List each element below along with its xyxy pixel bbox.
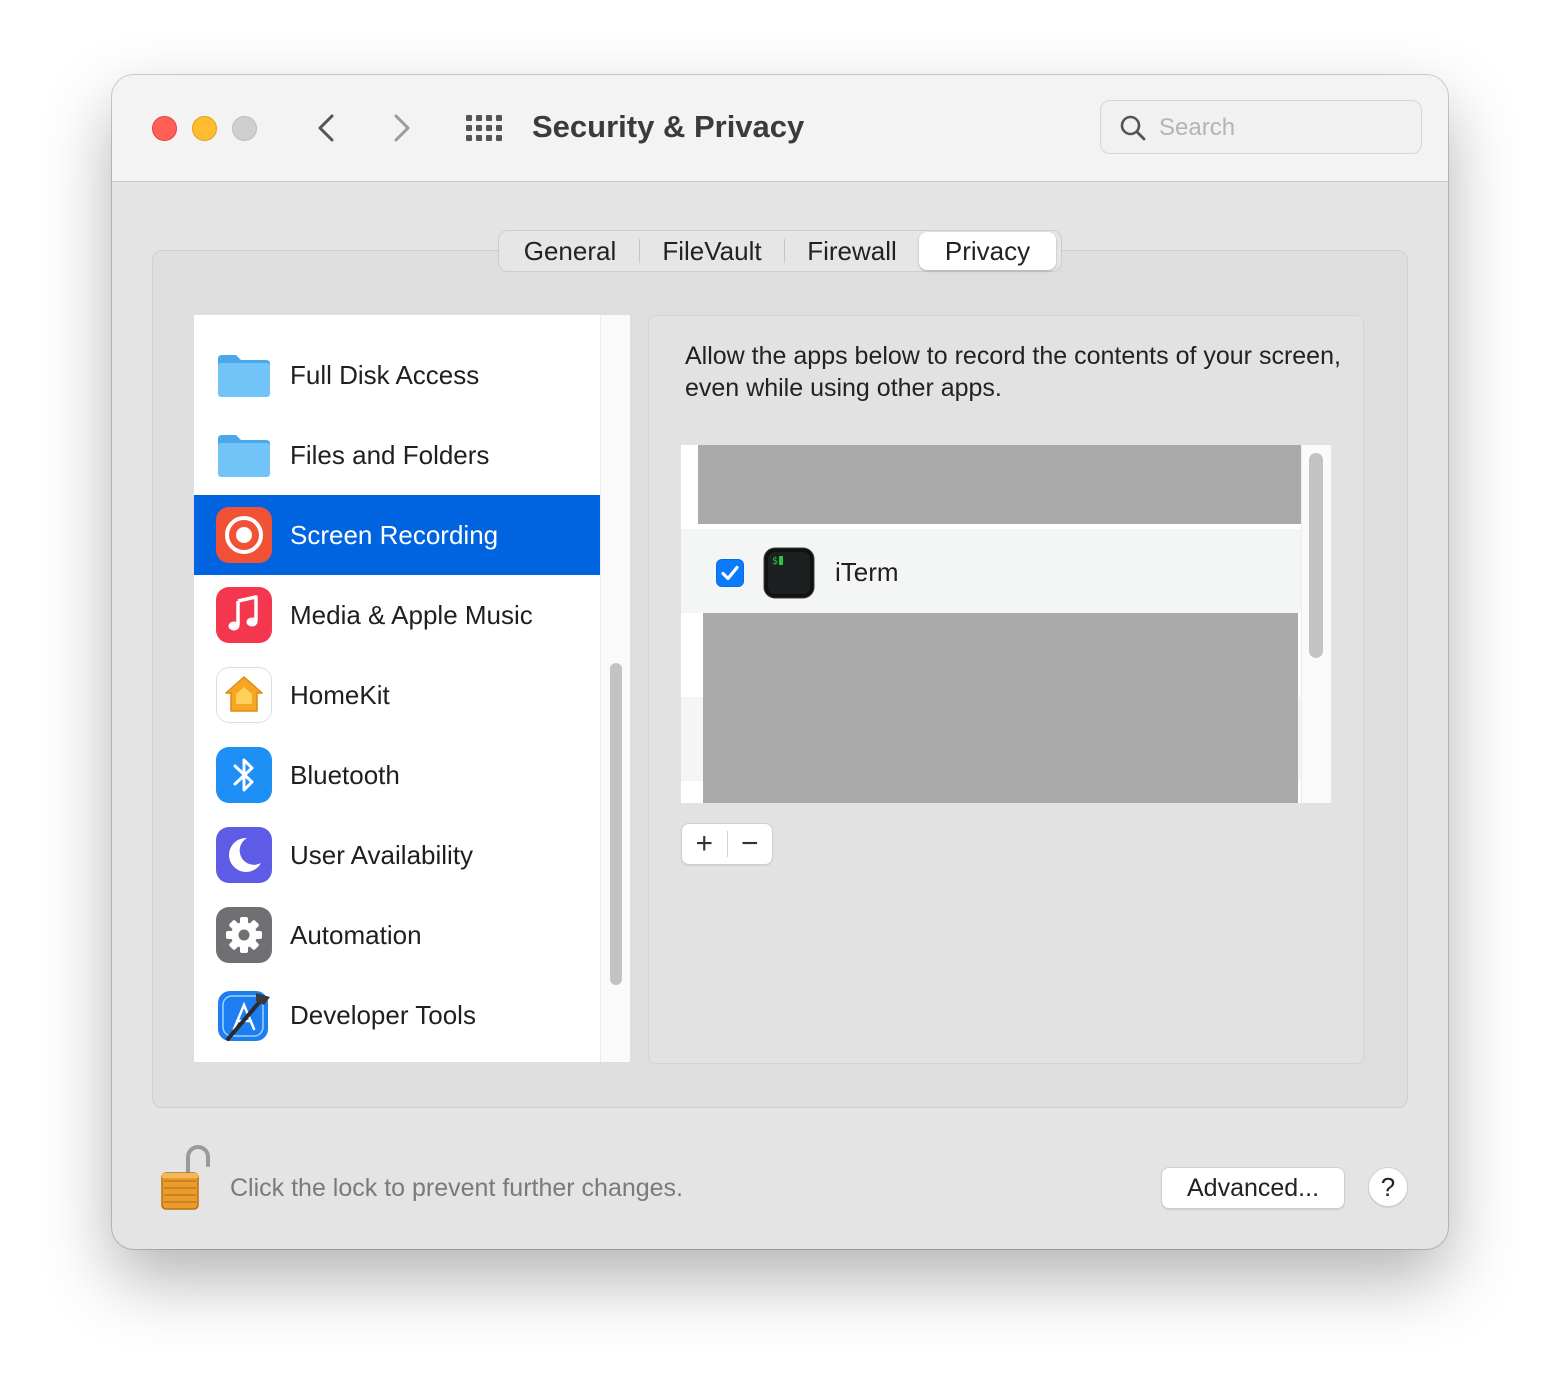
sidebar-item-label: Automation xyxy=(290,920,422,950)
window-title: Security & Privacy xyxy=(532,109,805,144)
show-all-button[interactable] xyxy=(464,111,504,145)
folder-icon xyxy=(218,435,270,477)
screen-recording-icon xyxy=(216,507,272,563)
grid-icon xyxy=(466,115,502,141)
forward-button[interactable] xyxy=(382,108,422,148)
sidebar-item-homekit[interactable]: HomeKit xyxy=(194,655,600,735)
chevron-right-icon xyxy=(394,114,410,142)
screen-recording-description: Allow the apps below to record the conte… xyxy=(685,342,1341,402)
tab-general[interactable]: General xyxy=(501,232,639,270)
checkmark-icon xyxy=(721,565,739,581)
app-list: $ iTerm xyxy=(681,445,1331,803)
unlocked-padlock-icon[interactable] xyxy=(158,1143,214,1213)
titlebar: Security & Privacy xyxy=(112,75,1448,182)
tab-filevault[interactable]: FileVault xyxy=(640,232,784,270)
add-app-button[interactable]: + xyxy=(682,824,727,864)
sidebar-item-label: Full Disk Access xyxy=(290,360,480,390)
sidebar-item-media-apple-music[interactable]: Media & Apple Music xyxy=(194,575,600,655)
search-field[interactable] xyxy=(1100,100,1422,154)
minimize-window-button[interactable] xyxy=(192,116,217,141)
terminal-icon: $ xyxy=(763,547,815,599)
sidebar-item-label: Files and Folders xyxy=(290,440,490,470)
back-button[interactable] xyxy=(308,108,348,148)
search-icon xyxy=(1120,115,1146,141)
folder-icon xyxy=(218,355,270,397)
sidebar-item-full-disk-access[interactable]: Full Disk Access xyxy=(194,335,600,415)
homekit-icon xyxy=(216,667,272,723)
tab-bar: General FileVault Firewall Privacy xyxy=(498,230,1062,272)
chevron-left-icon xyxy=(318,114,334,142)
sidebar-item-label: User Availability xyxy=(290,840,474,870)
sidebar-item-screen-recording[interactable]: Screen Recording xyxy=(194,495,600,575)
sidebar-item-automation[interactable]: Automation xyxy=(194,895,600,975)
help-button[interactable]: ? xyxy=(1368,1167,1408,1207)
developer-tools-icon xyxy=(218,991,270,1041)
app-list-scrollbar-thumb[interactable] xyxy=(1309,453,1323,658)
redacted-area xyxy=(703,613,1298,803)
bluetooth-icon xyxy=(216,747,272,803)
lock-status-text: Click the lock to prevent further change… xyxy=(230,1174,684,1202)
advanced-button[interactable]: Advanced... xyxy=(1161,1167,1345,1209)
sidebar-item-label: Bluetooth xyxy=(290,760,400,790)
sidebar-scrollbar-thumb[interactable] xyxy=(610,663,622,985)
list-item[interactable]: $ iTerm xyxy=(681,529,1301,613)
gear-icon xyxy=(216,907,272,963)
sidebar-item-user-availability[interactable]: User Availability xyxy=(194,815,600,895)
sidebar-item-bluetooth[interactable]: Bluetooth xyxy=(194,735,600,815)
sidebar-item-files-and-folders[interactable]: Files and Folders xyxy=(194,415,600,495)
sidebar-item-label: Media & Apple Music xyxy=(290,600,533,630)
music-icon xyxy=(216,587,272,643)
add-remove-control: + − xyxy=(681,823,773,865)
remove-app-button[interactable]: − xyxy=(727,824,772,864)
svg-text:$: $ xyxy=(772,556,778,567)
tab-privacy[interactable]: Privacy xyxy=(919,232,1056,270)
close-window-button[interactable] xyxy=(152,116,177,141)
search-input[interactable] xyxy=(1159,109,1409,147)
sidebar-item-label: HomeKit xyxy=(290,680,390,710)
sidebar-item-label: Developer Tools xyxy=(290,1000,476,1030)
app-list-scrollbar[interactable] xyxy=(1301,445,1331,803)
redacted-area xyxy=(698,445,1301,524)
moon-icon xyxy=(216,827,272,883)
zoom-window-button[interactable] xyxy=(232,116,257,141)
tab-firewall[interactable]: Firewall xyxy=(785,232,919,270)
privacy-category-list: Full Disk Access Files and Folders Scree… xyxy=(194,315,630,1062)
sidebar-scrollbar[interactable] xyxy=(600,315,630,1062)
sidebar-item-label: Screen Recording xyxy=(290,520,499,550)
app-name: iTerm xyxy=(835,557,899,587)
system-preferences-window: Security & Privacy General FileVault Fir… xyxy=(112,75,1448,1249)
sidebar-item-developer-tools[interactable]: Developer Tools xyxy=(194,975,600,1055)
app-checkbox[interactable] xyxy=(716,559,744,587)
